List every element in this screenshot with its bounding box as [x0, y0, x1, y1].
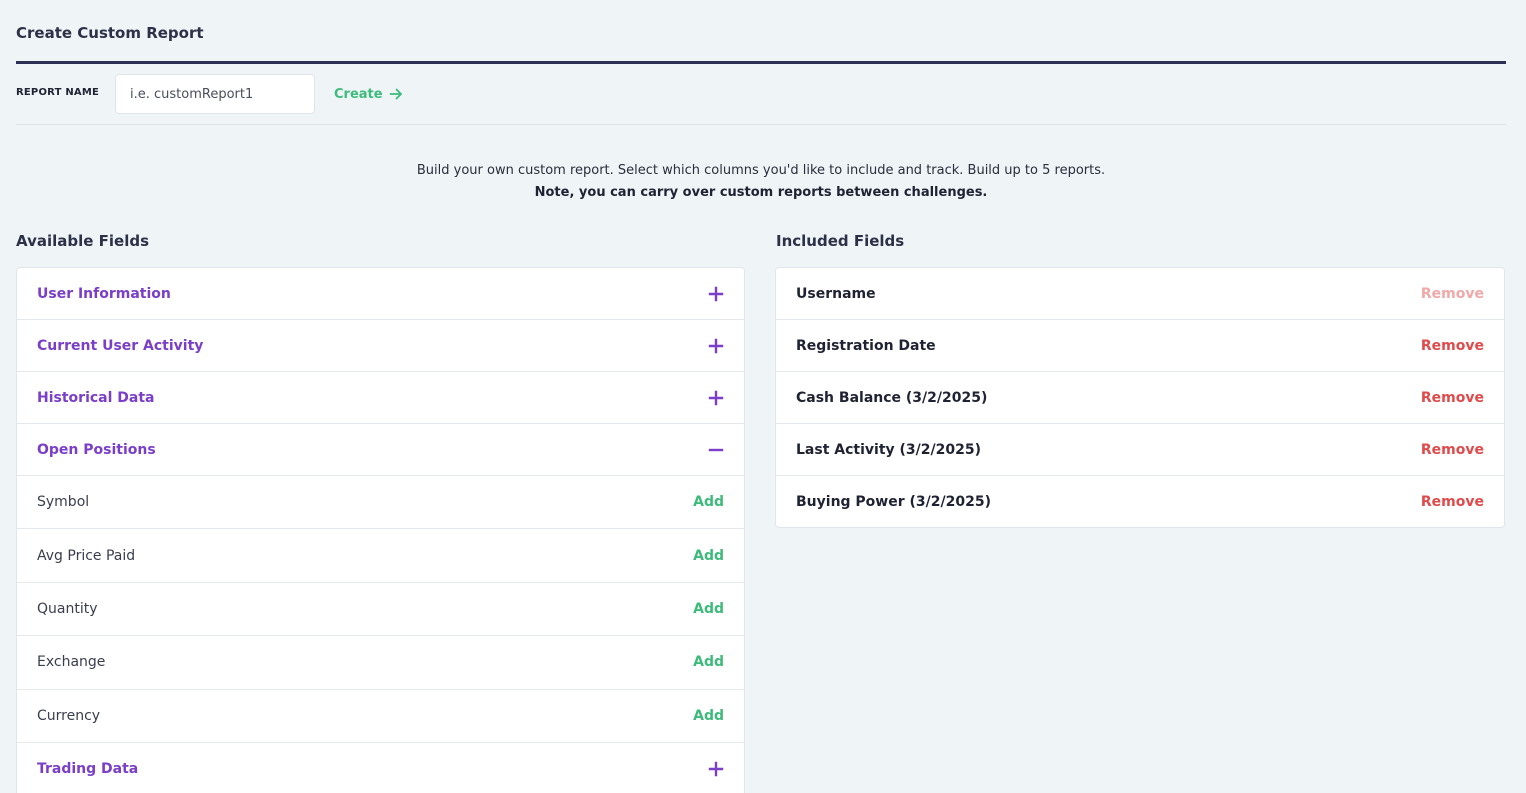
field-row-quantity: Quantity Add	[17, 583, 744, 637]
intro-text: Build your own custom report. Select whi…	[0, 160, 1522, 204]
field-label: Currency	[37, 707, 101, 724]
report-name-input[interactable]	[115, 74, 315, 114]
add-exchange-button[interactable]: Add	[693, 654, 724, 670]
field-label: Exchange	[37, 654, 106, 671]
included-field-label: Registration Date	[796, 337, 936, 354]
included-row-buying-power: Buying Power (3/2/2025) Remove	[776, 476, 1504, 527]
category-historical-data[interactable]: Historical Data	[17, 372, 744, 424]
remove-buying-power-button[interactable]: Remove	[1421, 494, 1484, 510]
included-row-username: Username Remove	[776, 268, 1504, 320]
add-currency-button[interactable]: Add	[693, 708, 724, 724]
field-row-symbol: Symbol Add	[17, 476, 744, 530]
plus-icon[interactable]	[708, 761, 724, 777]
remove-username-button: Remove	[1420, 285, 1484, 302]
report-name-row: REPORT NAME Create	[16, 74, 1506, 114]
included-row-last-activity: Last Activity (3/2/2025) Remove	[776, 424, 1504, 476]
category-label: User Information	[37, 285, 171, 302]
category-open-positions[interactable]: Open Positions	[17, 424, 744, 476]
field-label: Avg Price Paid	[37, 547, 136, 564]
field-row-currency: Currency Add	[17, 690, 744, 743]
remove-registration-date-button[interactable]: Remove	[1421, 338, 1484, 354]
title-divider	[16, 61, 1506, 64]
page-title: Create Custom Report	[16, 24, 204, 42]
category-label: Open Positions	[37, 441, 156, 458]
create-button-label: Create	[334, 86, 383, 102]
add-symbol-button[interactable]: Add	[693, 494, 724, 510]
included-fields-title: Included Fields	[776, 232, 905, 250]
add-avg-price-paid-button[interactable]: Add	[693, 548, 724, 564]
arrow-right-icon	[389, 88, 402, 100]
category-user-information[interactable]: User Information	[17, 268, 744, 320]
intro-note: Note, you can carry over custom reports …	[534, 185, 988, 200]
plus-icon[interactable]	[708, 338, 724, 354]
name-row-divider	[16, 124, 1506, 125]
remove-cash-balance-button[interactable]: Remove	[1421, 390, 1484, 406]
custom-report-page: Create Custom Report REPORT NAME Create …	[0, 0, 1526, 793]
included-row-registration-date: Registration Date Remove	[776, 320, 1504, 372]
add-quantity-button[interactable]: Add	[693, 601, 724, 617]
category-label: Trading Data	[37, 760, 139, 777]
field-row-avg-price-paid: Avg Price Paid Add	[17, 529, 744, 583]
category-current-user-activity[interactable]: Current User Activity	[17, 320, 744, 372]
report-name-label: REPORT NAME	[16, 87, 100, 98]
field-row-exchange: Exchange Add	[17, 636, 744, 690]
included-field-label: Last Activity (3/2/2025)	[796, 441, 981, 458]
available-fields-title: Available Fields	[16, 232, 150, 250]
included-field-label: Username	[796, 285, 876, 302]
minus-icon[interactable]	[708, 442, 724, 458]
plus-icon[interactable]	[708, 286, 724, 302]
included-field-label: Cash Balance (3/2/2025)	[796, 389, 988, 406]
field-label: Symbol	[37, 494, 90, 511]
included-field-label: Buying Power (3/2/2025)	[796, 494, 991, 510]
included-fields-panel: Username Remove Registration Date Remove…	[775, 267, 1505, 528]
create-button[interactable]: Create	[334, 83, 403, 105]
field-label: Quantity	[37, 600, 98, 617]
plus-icon[interactable]	[708, 390, 724, 406]
category-label: Historical Data	[37, 389, 155, 406]
included-row-cash-balance: Cash Balance (3/2/2025) Remove	[776, 372, 1504, 424]
category-trading-data[interactable]: Trading Data	[17, 743, 744, 793]
intro-line: Build your own custom report. Select whi…	[416, 163, 1106, 178]
remove-last-activity-button[interactable]: Remove	[1421, 442, 1484, 458]
available-fields-panel: User Information Current User Activity H…	[16, 267, 745, 793]
category-label: Current User Activity	[37, 337, 204, 354]
